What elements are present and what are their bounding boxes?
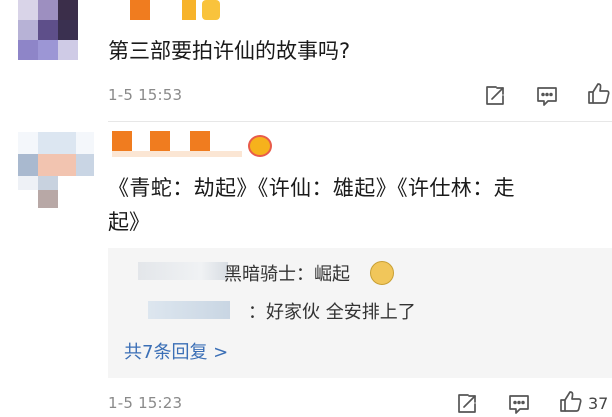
comment-text-line1: 《青蛇：劫起》《许仙：雄起》《许仕林：走 — [108, 176, 515, 200]
reply-2-text: ：好家伙 全安排上了 — [248, 302, 416, 323]
share-icon[interactable] — [483, 84, 507, 108]
vip-crown-icon — [248, 135, 272, 157]
reply-username-blurred — [138, 262, 228, 280]
reply-1-text: 黑暗骑士：崛起 — [224, 264, 350, 285]
reply-username-blurred — [148, 301, 230, 319]
doge-emoji-icon — [370, 261, 394, 285]
reply-preview-box[interactable]: 黑暗骑士：崛起 ：好家伙 全安排上了 共7条回复 > — [108, 248, 612, 378]
comment-timestamp: 1-5 15:53 — [108, 86, 183, 104]
username[interactable] — [130, 0, 220, 22]
user-avatar[interactable] — [18, 0, 90, 70]
comment-text-line2: 起》 — [108, 210, 150, 234]
thumbs-up-icon[interactable] — [559, 390, 583, 414]
username[interactable] — [112, 131, 272, 157]
comment-icon[interactable] — [507, 392, 531, 416]
comment-icon[interactable] — [535, 84, 559, 108]
thumbs-up-icon[interactable] — [587, 82, 611, 106]
comment-divider — [108, 121, 612, 122]
more-replies-link[interactable]: 共7条回复 > — [124, 338, 228, 364]
user-avatar[interactable] — [18, 132, 96, 210]
vip-badge-icon — [202, 0, 220, 20]
comment-timestamp: 1-5 15:23 — [108, 394, 183, 412]
comment-text: 第三部要拍许仙的故事吗? — [108, 39, 351, 63]
like-count: 37 — [588, 394, 609, 413]
share-icon[interactable] — [455, 392, 479, 416]
